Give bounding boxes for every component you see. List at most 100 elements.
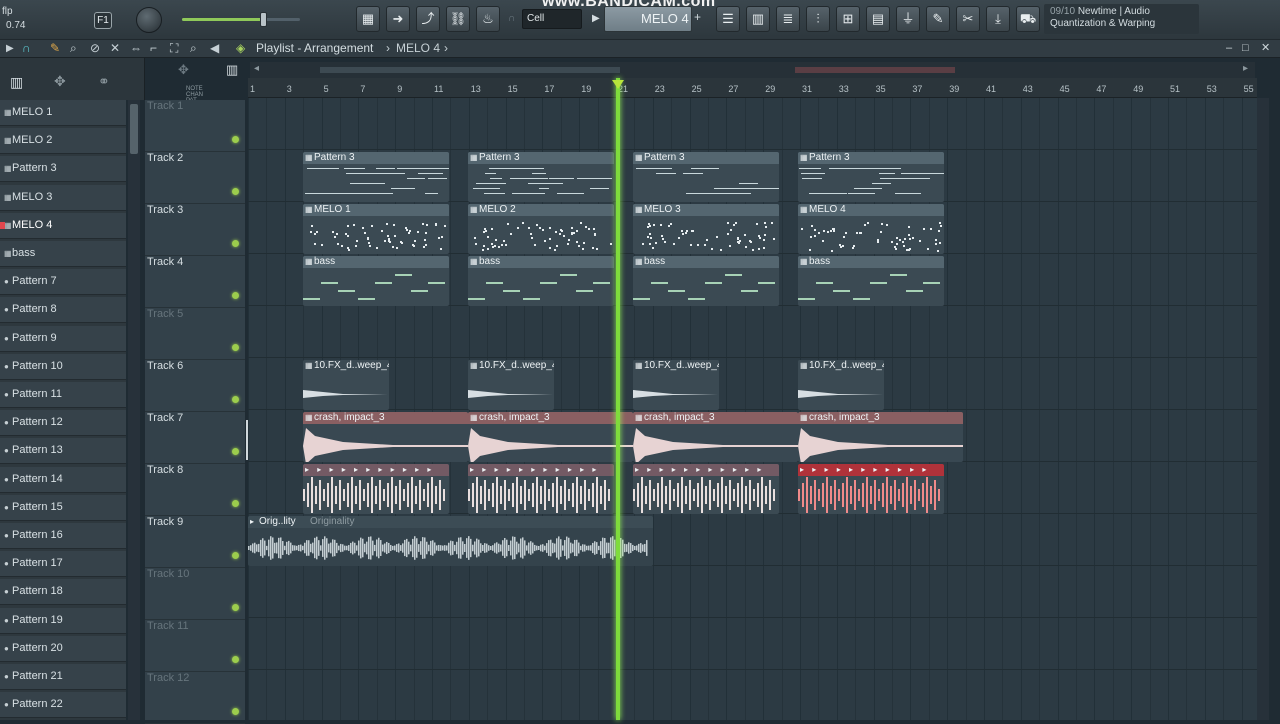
playlist-clip[interactable]: ▸ ▸ ▸ ▸ ▸ ▸ ▸ ▸ ▸ ▸ ▸ bbox=[303, 464, 449, 514]
mute-icon[interactable]: ✕ bbox=[110, 40, 120, 57]
stamp-icon[interactable]: ♨ bbox=[476, 6, 500, 32]
playlist-icon[interactable]: ☰ bbox=[716, 6, 740, 32]
add-pattern-icon[interactable]: + bbox=[694, 10, 701, 24]
track-header[interactable]: Track 5 bbox=[145, 308, 245, 360]
playlist-clip[interactable]: ▦ MELO 4 bbox=[798, 204, 944, 254]
pattern-item[interactable]: ● Pattern 16 bbox=[0, 523, 126, 549]
playlist-grid[interactable]: ▦ Pattern 3 ▦ MELO 1 ▦ bass ▦ 10.FX_d..weep_4 ▦ c… bbox=[248, 98, 1257, 720]
playback-mode-icon[interactable]: ◈ bbox=[236, 40, 245, 57]
track-mute-led[interactable] bbox=[232, 448, 239, 455]
pattern-item[interactable]: ● Pattern 20 bbox=[0, 635, 126, 662]
pattern-item[interactable]: ● Pattern 18 bbox=[0, 579, 126, 606]
pattern-item[interactable]: ▦ Pattern 3 bbox=[0, 156, 126, 183]
file-icon[interactable]: ▤ bbox=[866, 6, 890, 32]
track-mute-led[interactable] bbox=[232, 500, 239, 507]
playlist-clip[interactable]: ▸ ▸ ▸ ▸ ▸ ▸ ▸ ▸ ▸ ▸ ▸ bbox=[633, 464, 779, 514]
track-mute-led[interactable] bbox=[232, 188, 239, 195]
mixer-icon[interactable]: ≣ bbox=[776, 6, 800, 32]
track-header[interactable]: Track 3 bbox=[145, 204, 245, 256]
track-header[interactable]: Track 6 bbox=[145, 360, 245, 412]
track-header[interactable]: Track 12 bbox=[145, 672, 245, 724]
paint-icon[interactable]: ⌕ bbox=[70, 40, 77, 57]
playhead[interactable] bbox=[616, 78, 620, 720]
master-pitch-knob[interactable] bbox=[136, 7, 162, 33]
scroll-left-icon[interactable]: ◂ bbox=[254, 63, 259, 74]
playlist-clip[interactable]: ▦ bass bbox=[633, 256, 779, 306]
track-mute-led[interactable] bbox=[232, 344, 239, 351]
track-header[interactable]: Track 2 bbox=[145, 152, 245, 204]
playhead-marker[interactable] bbox=[612, 80, 624, 89]
speaker-icon[interactable]: ◀ bbox=[210, 40, 219, 57]
track-header[interactable]: Track 10 bbox=[145, 568, 245, 620]
track-header[interactable]: Track 7 bbox=[145, 412, 248, 464]
pattern-item[interactable]: ● Pattern 11 bbox=[0, 382, 126, 408]
piano-mini-icon[interactable]: ▥ bbox=[226, 62, 238, 78]
playlist-clip[interactable]: ▸ ▸ ▸ ▸ ▸ ▸ ▸ ▸ ▸ ▸ ▸ bbox=[468, 464, 614, 514]
pattern-item[interactable]: ● Pattern 7 bbox=[0, 269, 126, 296]
close-button[interactable]: ✕ bbox=[1261, 40, 1270, 57]
track-mute-led[interactable] bbox=[232, 656, 239, 663]
play-arrow-icon[interactable]: ▶ bbox=[6, 40, 14, 57]
tape-icon[interactable]: ✂ bbox=[956, 6, 980, 32]
playlist-clip[interactable]: ▦ MELO 1 bbox=[303, 204, 449, 254]
zoom-icon[interactable]: ⌕ bbox=[190, 40, 197, 57]
pattern-item[interactable]: ● Pattern 22 bbox=[0, 692, 126, 719]
pattern-item[interactable]: ● Pattern 21 bbox=[0, 664, 126, 690]
slip-icon[interactable]: ⇔ bbox=[130, 40, 142, 57]
playlist-clip[interactable]: ▦ 10.FX_d..weep_4 bbox=[303, 360, 389, 410]
track-header[interactable]: Track 9 bbox=[145, 516, 245, 568]
track-mute-led[interactable] bbox=[232, 292, 239, 299]
magnet-icon[interactable]: ∩ bbox=[22, 40, 31, 57]
pattern-item[interactable]: ● Pattern 8 bbox=[0, 297, 126, 324]
pattern-item[interactable]: ● Pattern 15 bbox=[0, 494, 126, 521]
playlist-clip[interactable]: ▦ crash, impact_3 bbox=[468, 412, 633, 462]
track-mute-led[interactable] bbox=[232, 552, 239, 559]
playlist-clip[interactable]: ▦ Pattern 3 bbox=[798, 152, 944, 202]
playlist-clip[interactable]: ▦ crash, impact_3 bbox=[633, 412, 798, 462]
picker-scrollbar[interactable] bbox=[128, 100, 140, 720]
pattern-item[interactable]: ▦ MELO 3 bbox=[0, 184, 126, 211]
arrow-icon[interactable]: ➜ bbox=[386, 6, 410, 32]
playlist-clip[interactable]: ▦ Pattern 3 bbox=[303, 152, 449, 202]
hint-panel[interactable]: 09/10 Newtime | Audio Quantization & War… bbox=[1044, 4, 1199, 34]
pattern-item[interactable]: ▦ bass bbox=[0, 241, 126, 267]
plugin-icon[interactable]: ⫶ bbox=[806, 6, 830, 32]
piano-roll-icon[interactable]: ▦ bbox=[356, 6, 380, 32]
playlist-clip[interactable]: ▦ MELO 3 bbox=[633, 204, 779, 254]
pattern-item[interactable]: ● Pattern 13 bbox=[0, 438, 126, 465]
playlist-clip[interactable]: ▦ bass bbox=[468, 256, 614, 306]
track-mute-led[interactable] bbox=[232, 604, 239, 611]
playlist-scrollbar[interactable] bbox=[1257, 98, 1269, 720]
minimize-button[interactable]: – bbox=[1226, 40, 1232, 57]
track-header[interactable]: Track 11 bbox=[145, 620, 245, 672]
master-volume-thumb[interactable] bbox=[260, 12, 267, 27]
track-header[interactable]: Track 4 bbox=[145, 256, 245, 308]
pattern-item[interactable]: ● Pattern 14 bbox=[0, 466, 126, 493]
playlist-clip[interactable]: ▦ bass bbox=[303, 256, 449, 306]
pencil-icon[interactable]: ✎ bbox=[50, 40, 60, 57]
browser-icon[interactable]: ⊞ bbox=[836, 6, 860, 32]
play-icon[interactable]: ▶ bbox=[592, 13, 600, 24]
track-header[interactable]: Track 1 bbox=[145, 100, 245, 152]
slice-icon[interactable]: ⌐ bbox=[150, 40, 157, 57]
download-icon[interactable]: ⤓ bbox=[986, 6, 1010, 32]
pattern-item[interactable]: ▦ MELO 4 bbox=[0, 212, 126, 239]
playlist-clip[interactable]: ▦ 10.FX_d..weep_4 bbox=[633, 360, 719, 410]
track-mute-led[interactable] bbox=[232, 240, 239, 247]
timeline-ruler[interactable]: 1 3 5 7 9 11 13 15 17 19 21 23 25 27 29 31 33 35 37 39 41 43 4… bbox=[248, 78, 1257, 98]
pattern-item[interactable]: ● Pattern 19 bbox=[0, 607, 126, 634]
playlist-clip[interactable]: ▦ Pattern 3 bbox=[633, 152, 779, 202]
cart-icon[interactable]: ⛟ bbox=[1016, 6, 1040, 32]
select-icon[interactable]: ⛶ bbox=[170, 40, 178, 57]
pattern-item[interactable]: ● Pattern 9 bbox=[0, 325, 126, 352]
track-mute-led[interactable] bbox=[232, 396, 239, 403]
playlist-clip[interactable]: ▸ ▸ ▸ ▸ ▸ ▸ ▸ ▸ ▸ ▸ ▸ bbox=[798, 464, 944, 514]
playlist-clip[interactable]: ▦ MELO 2 bbox=[468, 204, 614, 254]
delete-icon[interactable]: ⊘ bbox=[90, 40, 100, 57]
track-mute-led[interactable] bbox=[232, 708, 239, 715]
playlist-overview[interactable]: ◂ ▸ bbox=[250, 62, 1255, 78]
playlist-clip[interactable]: ▦ crash, impact_3 bbox=[798, 412, 963, 462]
picker-scroll-thumb[interactable] bbox=[130, 104, 138, 154]
breadcrumb-pattern[interactable]: MELO 4 bbox=[396, 40, 440, 57]
track-header[interactable]: Track 8 bbox=[145, 464, 245, 516]
